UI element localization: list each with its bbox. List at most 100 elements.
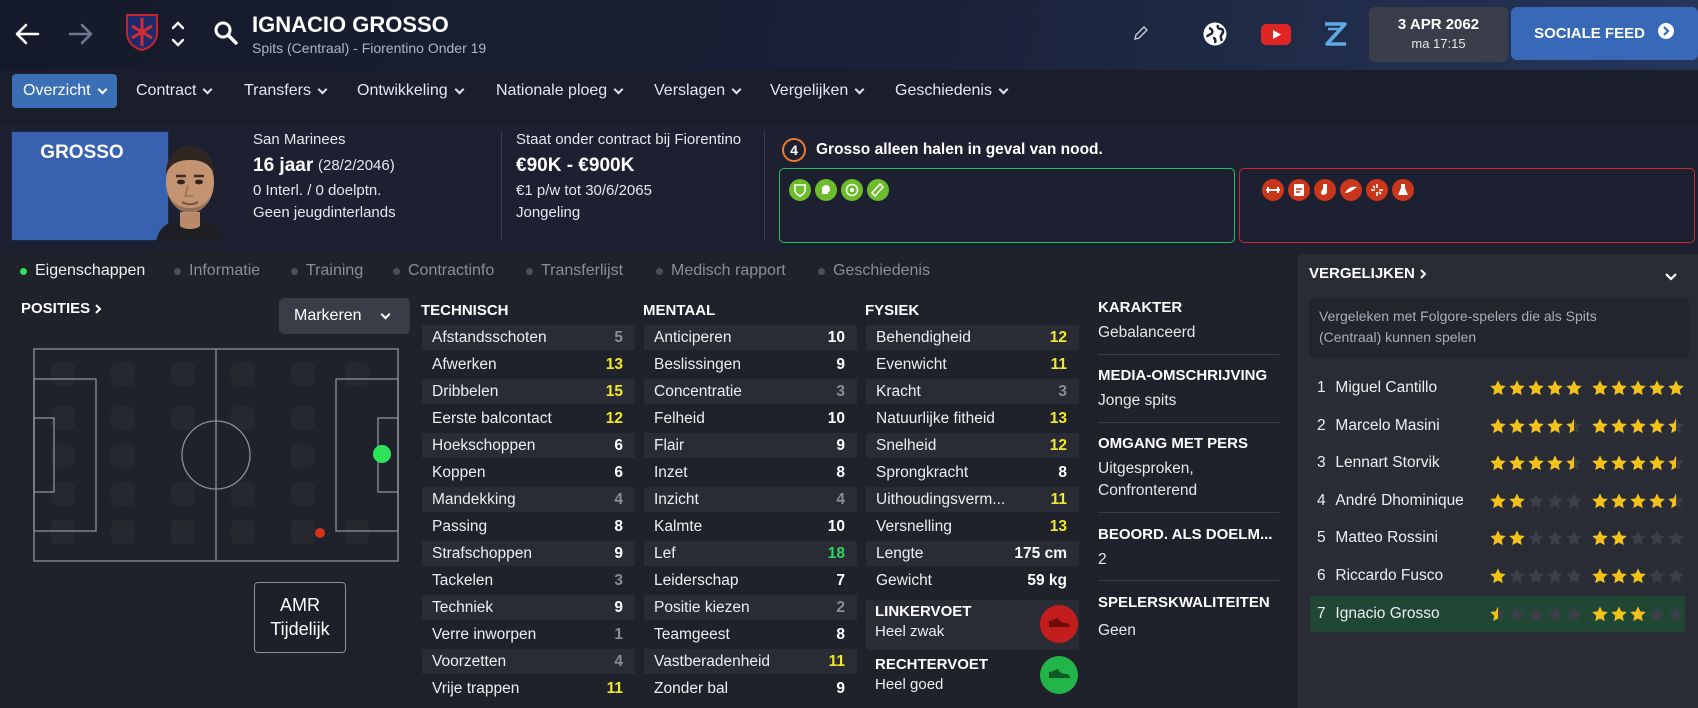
- attribute-row[interactable]: Natuurlijke fitheid 13: [866, 406, 1079, 431]
- attribute-value: 12: [1049, 328, 1067, 346]
- star-rating: [1591, 454, 1685, 472]
- attribute-row[interactable]: Strafschoppen 9: [422, 541, 635, 566]
- star-icon: [1610, 605, 1628, 623]
- subtab-history[interactable]: Geschiedenis: [818, 262, 930, 280]
- compare-row[interactable]: 4 André Dhominique: [1310, 482, 1685, 519]
- attribute-row[interactable]: Teamgeest 8: [644, 622, 857, 647]
- compare-header[interactable]: VERGELIJKEN: [1309, 265, 1427, 282]
- positions-header[interactable]: POSITIES: [21, 300, 102, 317]
- attribute-row[interactable]: Behendigheid 12: [866, 325, 1079, 350]
- tab-transfers[interactable]: Transfers: [233, 74, 337, 108]
- attribute-name: Hoekschoppen: [432, 436, 536, 454]
- tab-development[interactable]: Ontwikkeling: [346, 74, 474, 108]
- highlight-dropdown[interactable]: Markeren: [279, 298, 410, 334]
- tab-reports[interactable]: Verslagen: [643, 74, 751, 108]
- attribute-row[interactable]: Inzicht 4: [644, 487, 857, 512]
- attribute-row[interactable]: Kracht 3: [866, 379, 1079, 404]
- target-trait-icon[interactable]: [841, 179, 863, 201]
- back-arrow-icon[interactable]: [14, 21, 40, 52]
- attribute-row[interactable]: Gewicht 59 kg: [866, 568, 1079, 593]
- forward-arrow-icon[interactable]: [68, 21, 94, 52]
- clipboard-trait-icon[interactable]: [1288, 179, 1310, 201]
- subtab-contract-info[interactable]: Contractinfo: [393, 262, 494, 280]
- compare-row[interactable]: 7 Ignacio Grosso: [1310, 595, 1685, 632]
- attribute-name: Eerste balcontact: [432, 409, 552, 427]
- attribute-row[interactable]: Sprongkracht 8: [866, 460, 1079, 485]
- compare-row[interactable]: 3 Lennart Storvik: [1310, 445, 1685, 481]
- burst-trait-icon[interactable]: [1366, 179, 1388, 201]
- attribute-row[interactable]: Dribbelen 15: [422, 379, 635, 404]
- star-icon: [1591, 417, 1609, 435]
- attribute-row[interactable]: Flair 9: [644, 433, 857, 458]
- globe-icon[interactable]: [1202, 21, 1228, 52]
- social-feed-button[interactable]: SOCIALE FEED: [1511, 7, 1698, 60]
- attribute-row[interactable]: Techniek 9: [422, 595, 635, 620]
- boot-trait-icon[interactable]: [867, 179, 889, 201]
- tab-indicator: [174, 267, 181, 275]
- tab-overview[interactable]: Overzicht: [12, 74, 117, 108]
- attribute-row[interactable]: Anticiperen 10: [644, 325, 857, 350]
- shield-trait-icon[interactable]: [789, 179, 811, 201]
- tab-compare[interactable]: Vergelijken: [759, 74, 874, 108]
- attribute-row[interactable]: Versnelling 13: [866, 514, 1079, 539]
- attribute-name: Anticiperen: [654, 328, 732, 346]
- attribute-row[interactable]: Vrije trappen 11: [422, 676, 635, 701]
- collapse-chevron-icon[interactable]: [1664, 269, 1678, 287]
- attribute-row[interactable]: Positie kiezen 2: [644, 595, 857, 620]
- attribute-row[interactable]: Inzet 8: [644, 460, 857, 485]
- attribute-row[interactable]: Afwerken 13: [422, 352, 635, 377]
- attribute-row[interactable]: Leiderschap 7: [644, 568, 857, 593]
- attribute-row[interactable]: Tackelen 3: [422, 568, 635, 593]
- compare-row[interactable]: 5 Matteo Rossini: [1310, 520, 1685, 556]
- attribute-name: Teamgeest: [654, 625, 730, 643]
- edit-pencil-icon[interactable]: [1133, 25, 1149, 46]
- subtab-information[interactable]: Informatie: [174, 262, 260, 280]
- compare-row[interactable]: 2 Marcelo Masini: [1310, 407, 1685, 444]
- tab-history[interactable]: Geschiedenis: [884, 74, 1018, 108]
- attribute-row[interactable]: Felheid 10: [644, 406, 857, 431]
- attribute-row[interactable]: Passing 8: [422, 514, 635, 539]
- star-icon: [1527, 529, 1545, 547]
- attribute-row[interactable]: Zonder bal 9: [644, 676, 857, 701]
- brain-trait-icon[interactable]: [815, 179, 837, 201]
- youtube-icon[interactable]: [1261, 24, 1291, 50]
- subtab-medical[interactable]: Medisch rapport: [656, 262, 786, 280]
- attribute-row[interactable]: Beslissingen 9: [644, 352, 857, 377]
- compare-row[interactable]: 1 Miguel Cantillo: [1310, 370, 1685, 406]
- attribute-row[interactable]: Uithoudingsverm... 11: [866, 487, 1079, 512]
- club-crest-icon[interactable]: [124, 12, 160, 57]
- attribute-row[interactable]: Afstandsschoten 5: [422, 325, 635, 350]
- subtab-transfer-list[interactable]: Transferlijst: [526, 262, 623, 280]
- attribute-name: Behendigheid: [876, 328, 971, 346]
- attribute-row[interactable]: Voorzetten 4: [422, 649, 635, 674]
- up-down-switch-icon[interactable]: [170, 18, 186, 55]
- attribute-name: Uithoudingsverm...: [876, 490, 1006, 508]
- attribute-row[interactable]: Snelheid 12: [866, 433, 1079, 458]
- flask-trait-icon[interactable]: [1392, 179, 1414, 201]
- attribute-row[interactable]: Evenwicht 11: [866, 352, 1079, 377]
- strength-dumbbell-icon[interactable]: [1262, 179, 1284, 201]
- heading-trait-icon[interactable]: [1340, 179, 1362, 201]
- strengths-box: [779, 168, 1235, 243]
- subtab-training[interactable]: Training: [291, 262, 363, 280]
- attribute-row[interactable]: Mandekking 4: [422, 487, 635, 512]
- weaknesses-box: [1239, 168, 1695, 243]
- date-widget[interactable]: 3 APR 2062 ma 17:15: [1369, 7, 1508, 62]
- attribute-row[interactable]: Verre inworpen 1: [422, 622, 635, 647]
- tab-contract[interactable]: Contract: [125, 74, 222, 108]
- zonal-app-icon[interactable]: [1322, 20, 1348, 53]
- foot-trait-icon[interactable]: [1314, 179, 1336, 201]
- attribute-row[interactable]: Koppen 6: [422, 460, 635, 485]
- attribute-row[interactable]: Vastberadenheid 11: [644, 649, 857, 674]
- subtab-attributes[interactable]: Eigenschappen: [20, 262, 145, 280]
- attribute-row[interactable]: Lef 18: [644, 541, 857, 566]
- attribute-row[interactable]: Kalmte 10: [644, 514, 857, 539]
- attribute-row[interactable]: Eerste balcontact 12: [422, 406, 635, 431]
- compare-row[interactable]: 6 Riccardo Fusco: [1310, 558, 1685, 594]
- attribute-row[interactable]: Concentratie 3: [644, 379, 857, 404]
- attribute-row[interactable]: Lengte 175 cm: [866, 541, 1079, 566]
- tab-national-team[interactable]: Nationale ploeg: [485, 74, 633, 108]
- role-box[interactable]: AMR Tijdelijk: [254, 582, 346, 653]
- search-icon[interactable]: [213, 20, 239, 51]
- attribute-row[interactable]: Hoekschoppen 6: [422, 433, 635, 458]
